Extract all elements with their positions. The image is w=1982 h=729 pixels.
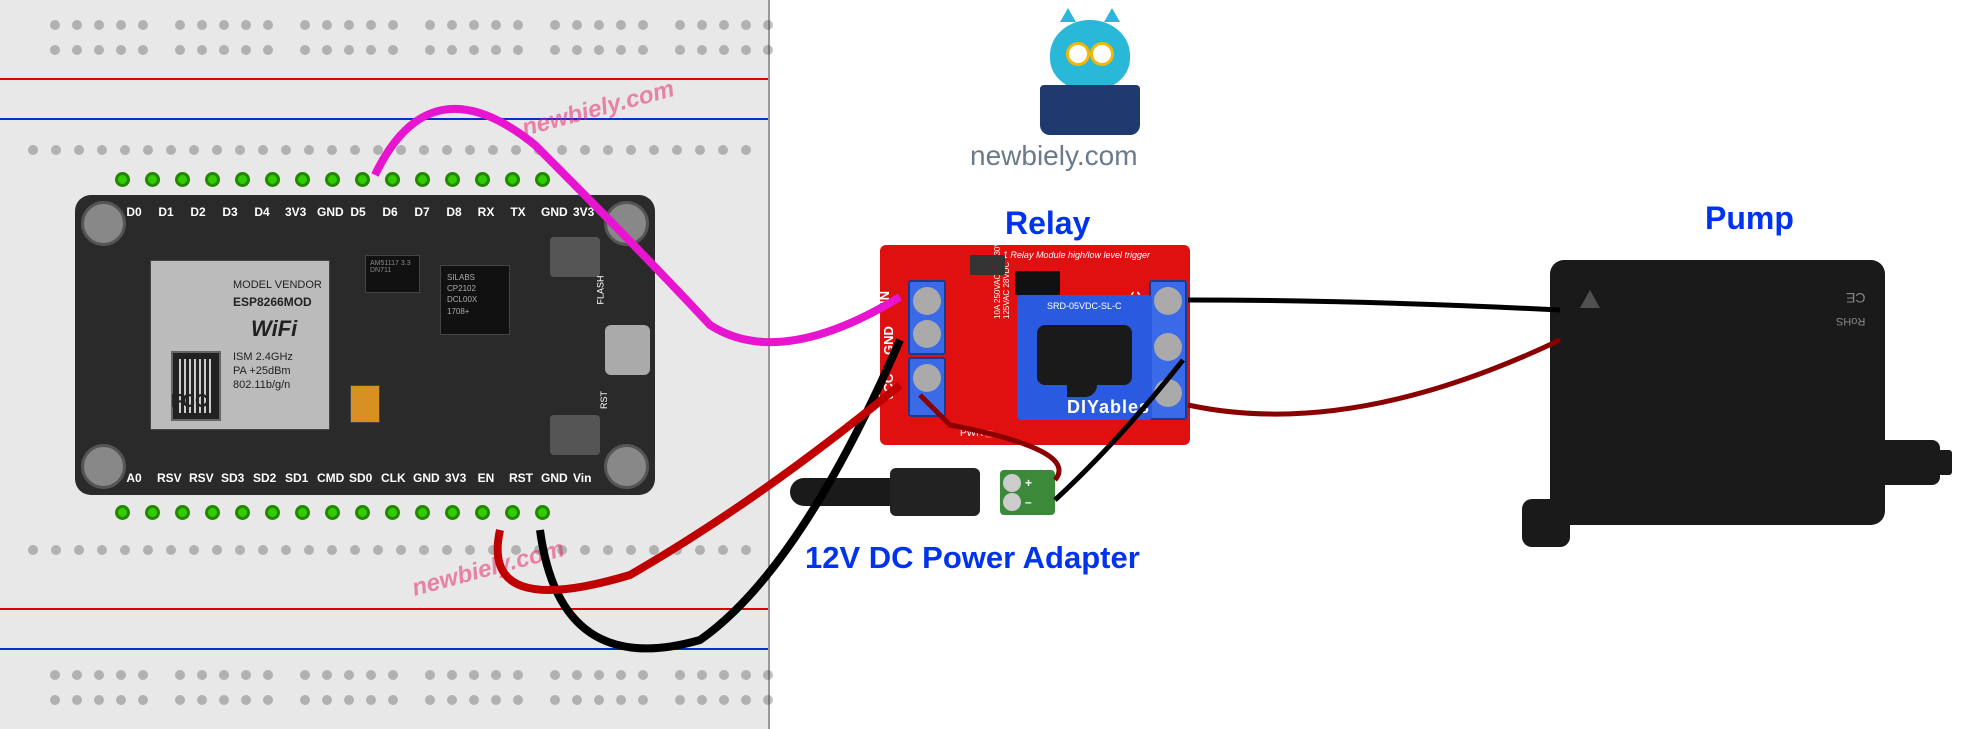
terminal-screw-icon	[1154, 379, 1182, 407]
wire-pump-pos	[1188, 340, 1560, 414]
optocoupler-icon	[1015, 271, 1060, 295]
terminal-screw-icon	[1003, 493, 1021, 511]
diyables-text: DIYables	[1067, 397, 1150, 417]
adapter-body	[890, 468, 980, 516]
rail-bot-blue	[0, 648, 768, 650]
screw-icon	[81, 201, 126, 246]
esp-top-green-row	[115, 172, 550, 187]
pump-outlet-icon	[1870, 440, 1940, 485]
esp-bottom-labels: A0RSVRSVSD3SD2SD1CMDSD0CLKGND3V3ENRSTGND…	[125, 471, 591, 485]
silabs-text: SILABS	[447, 272, 503, 283]
minus-label: –	[1025, 495, 1032, 509]
power-adapter: + –	[790, 468, 1015, 518]
owl-eye-icon	[1066, 42, 1090, 66]
adapter-label: 12V DC Power Adapter	[805, 540, 1140, 576]
cp2102-text: CP2102	[447, 283, 503, 294]
screw-icon	[604, 444, 649, 489]
terminal-screw-icon	[913, 364, 941, 392]
fcc-text: FCC	[171, 391, 208, 412]
reg-text: AM51117 3.3 DN711	[366, 256, 419, 278]
relay-module: 1 Relay Module high/low level trigger IN…	[880, 245, 1190, 445]
relay-right-terminals	[1149, 280, 1187, 420]
flash-button[interactable]	[550, 237, 600, 277]
usb-chip: SILABS CP2102 DCL00X 1708+	[440, 265, 510, 335]
screw-icon	[81, 444, 126, 489]
pwr-label: PWR	[960, 428, 983, 439]
pin-gnd: GND	[881, 326, 896, 355]
relay-cube-text: SRD-05VDC-SL-C	[1047, 301, 1122, 311]
terminal-screw-icon	[1003, 474, 1021, 492]
laptop-icon	[1040, 85, 1140, 135]
ism-text: ISM 2.4GHz	[233, 351, 293, 363]
pwr-led-icon	[985, 430, 993, 438]
adapter-terminals: + –	[1000, 470, 1055, 515]
dc-jack-icon	[790, 478, 905, 506]
water-pump: CE RoHS	[1550, 260, 1885, 525]
terminal-screw-icon	[913, 320, 941, 348]
chip-text: ESP8266MOD	[233, 295, 312, 309]
ce-mark: CE	[1846, 290, 1865, 306]
pump-label: Pump	[1705, 200, 1794, 237]
pin-in: IN	[877, 291, 892, 304]
wire-pump-neg	[1188, 300, 1560, 310]
esp8266-board: D0D1D2D3D43V3GNDD5D6D7D8RXTXGND3V3 A0RSV…	[75, 195, 655, 495]
terminal-screw-icon	[913, 287, 941, 315]
jumper-icon	[970, 255, 1005, 275]
date-text: 1708+	[447, 306, 503, 317]
plus-label: +	[1025, 476, 1032, 490]
rail-top-red	[0, 78, 768, 80]
relay-cube: 10A 250VAC 10A 30VDC 10A 125VAC 28VDC SR…	[1017, 295, 1152, 420]
relay-top-text: 1 Relay Module high/low level trigger	[1003, 251, 1150, 261]
relay-left-terminals	[908, 280, 946, 355]
terminal-screw-icon	[1154, 287, 1182, 315]
screw-icon	[604, 201, 649, 246]
owl-eye-icon	[1090, 42, 1114, 66]
relay-label: Relay	[1005, 205, 1090, 242]
micro-usb-port	[605, 325, 650, 375]
terminal-screw-icon	[1154, 333, 1182, 361]
capacitor-icon	[350, 385, 380, 423]
std-text: 802.11b/g/n	[233, 379, 290, 391]
relay-left-terminals2	[908, 357, 946, 417]
rail-bot-red	[0, 608, 768, 610]
newbiely-owl-logo	[1025, 20, 1155, 135]
rst-label: RST	[599, 391, 609, 409]
owl-ear-icon	[1104, 8, 1120, 22]
flash-label: FLASH	[595, 275, 605, 304]
pump-base-icon	[1522, 499, 1570, 547]
dbm-text: PA +25dBm	[233, 365, 291, 377]
esp-shield: MODEL VENDOR ESP8266MOD WiFi ISM 2.4GHz …	[150, 260, 330, 430]
arrow-icon	[1580, 290, 1600, 308]
pin-vcc: VCC	[881, 374, 896, 401]
rail-top-blue	[0, 118, 768, 120]
model-vendor-text: MODEL VENDOR	[233, 279, 322, 291]
diyables-badge: DIYables	[1037, 325, 1132, 385]
esp-bot-green-row	[115, 505, 550, 520]
esp-top-labels: D0D1D2D3D43V3GNDD5D6D7D8RXTXGND3V3	[125, 205, 591, 219]
owl-ear-icon	[1060, 8, 1076, 22]
regulator-chip: AM51117 3.3 DN711	[365, 255, 420, 293]
logo-text: newbiely.com	[970, 140, 1138, 172]
reset-button[interactable]	[550, 415, 600, 455]
rohs-mark: RoHS	[1836, 315, 1865, 327]
dcl-text: DCL00X	[447, 294, 503, 305]
wifi-text: WiFi	[251, 316, 297, 342]
owl-body-icon	[1050, 20, 1130, 90]
